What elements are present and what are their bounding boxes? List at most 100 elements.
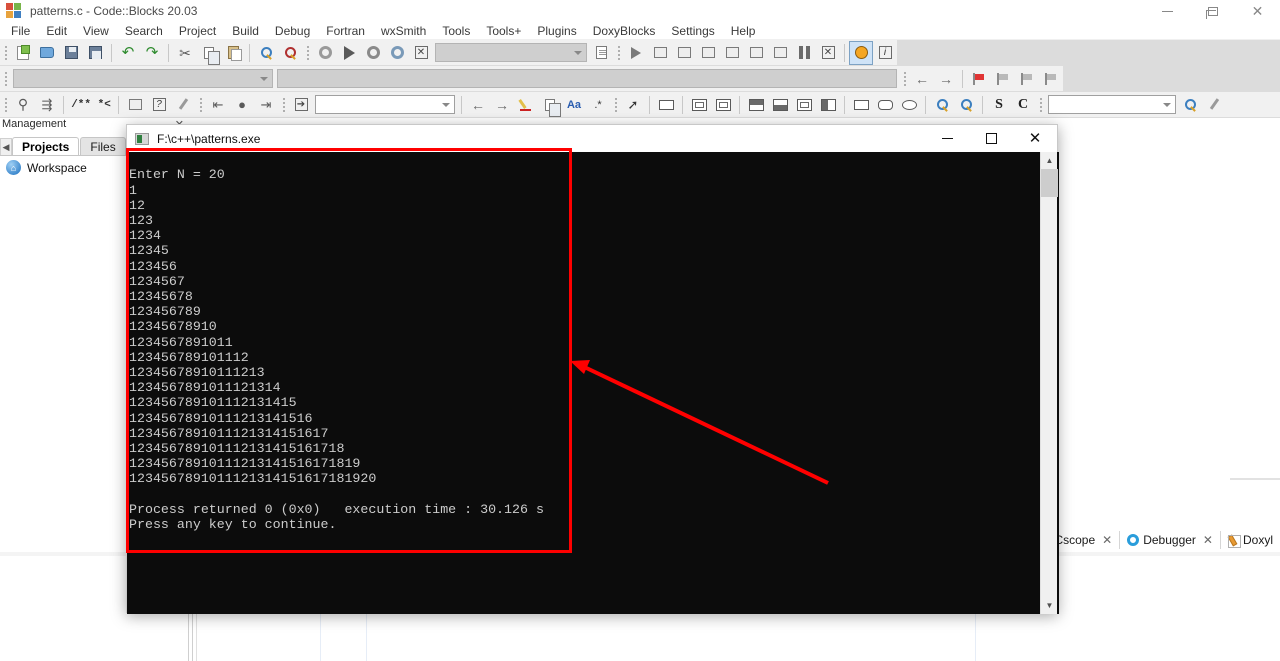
menu-view[interactable]: View	[75, 22, 117, 40]
build-and-run-icon[interactable]	[362, 42, 384, 64]
box-sizer-top-icon[interactable]	[745, 94, 767, 116]
menu-wxsmith[interactable]: wxSmith	[373, 22, 434, 40]
scroll-up-icon[interactable]: ▲	[1041, 152, 1058, 169]
step-into-instruction-icon[interactable]	[769, 42, 791, 64]
ide-close-button[interactable]: ✕	[1235, 0, 1280, 22]
search-next-icon[interactable]: →	[491, 94, 513, 116]
console-scrollbar[interactable]: ▲ ▼	[1040, 152, 1058, 614]
box-sizer-bottom-icon[interactable]	[769, 94, 791, 116]
console-minimize-button[interactable]	[925, 125, 969, 152]
doxygen-run-icon[interactable]: ⇶	[36, 94, 58, 116]
abort-icon[interactable]: ✕	[410, 42, 432, 64]
console-title-bar[interactable]: F:\c++\patterns.exe ✕	[127, 125, 1057, 152]
symbol-search-input[interactable]	[1048, 95, 1176, 114]
nav-back-icon[interactable]: ←	[911, 68, 933, 90]
panel-icon[interactable]	[655, 94, 677, 116]
ide-minimize-button[interactable]	[1145, 0, 1190, 22]
toolbar-gripper[interactable]	[612, 94, 619, 116]
jump-end-icon[interactable]: ⇥	[255, 94, 277, 116]
next-line-icon[interactable]	[673, 42, 695, 64]
code-completion-symbol-combo[interactable]	[277, 69, 897, 88]
flex-grid-sizer-icon[interactable]	[712, 94, 734, 116]
settings-wrench-icon[interactable]	[1203, 94, 1225, 116]
menu-settings[interactable]: Settings	[663, 22, 722, 40]
select-tool-icon[interactable]: ➚	[622, 94, 644, 116]
build-target-combo[interactable]	[435, 43, 587, 62]
menu-search[interactable]: Search	[117, 22, 171, 40]
menu-plugins[interactable]: Plugins	[529, 22, 584, 40]
doxygen-extract-icon[interactable]: ⚲	[12, 94, 34, 116]
doxy-config-icon[interactable]	[172, 94, 194, 116]
stop-debugger-icon[interactable]: ✕	[817, 42, 839, 64]
build-icon[interactable]	[314, 42, 336, 64]
sidebar-tab-projects[interactable]: Projects	[12, 137, 80, 156]
symbols-browser-c-icon[interactable]: C	[1012, 94, 1034, 116]
toolbar-gripper[interactable]	[2, 68, 9, 90]
replace-icon[interactable]	[279, 42, 301, 64]
menu-build[interactable]: Build	[224, 22, 267, 40]
step-out-icon[interactable]	[721, 42, 743, 64]
sidebar-tab-files[interactable]: Files	[80, 137, 126, 156]
code-completion-scope-combo[interactable]	[13, 69, 273, 88]
incremental-search-input[interactable]	[315, 95, 455, 114]
menu-debug[interactable]: Debug	[267, 22, 318, 40]
vertical-sizer-icon[interactable]	[817, 94, 839, 116]
menu-project[interactable]: Project	[171, 22, 224, 40]
rebuild-icon[interactable]	[386, 42, 408, 64]
ellipse-spacer-icon[interactable]	[898, 94, 920, 116]
menu-doxyblocks[interactable]: DoxyBlocks	[585, 22, 664, 40]
nav-forward-icon[interactable]: →	[935, 68, 957, 90]
paste-icon[interactable]	[222, 42, 244, 64]
toolbar-gripper[interactable]	[615, 42, 622, 64]
search-scope-icon[interactable]: ➔	[290, 94, 312, 116]
ide-maximize-button[interactable]	[1190, 0, 1235, 22]
console-output-area[interactable]: Enter N = 20 1 12 123 1234 12345 123456 …	[127, 152, 1059, 614]
various-info-icon[interactable]: i	[874, 42, 896, 64]
doxy-wizard-icon[interactable]	[124, 94, 146, 116]
toolbar-gripper[interactable]	[280, 94, 287, 116]
search-prev-icon[interactable]: ←	[467, 94, 489, 116]
menu-edit[interactable]: Edit	[38, 22, 75, 40]
cut-icon[interactable]: ✂	[174, 42, 196, 64]
run-icon[interactable]	[338, 42, 360, 64]
break-debugger-icon[interactable]	[793, 42, 815, 64]
console-close-button[interactable]: ✕	[1013, 125, 1057, 152]
symbols-browser-s-icon[interactable]: S	[988, 94, 1010, 116]
new-file-icon[interactable]	[12, 42, 34, 64]
previous-bookmark-icon[interactable]	[992, 68, 1014, 90]
match-case-icon[interactable]: Aa	[563, 94, 585, 116]
menu-tools-plus[interactable]: Tools+	[478, 22, 529, 40]
tab-debugger[interactable]: Debugger ✕	[1120, 529, 1220, 551]
undo-icon[interactable]: ↶	[117, 42, 139, 64]
save-icon[interactable]	[60, 42, 82, 64]
search-members-icon[interactable]	[1179, 94, 1201, 116]
redo-icon[interactable]: ↷	[141, 42, 163, 64]
copy-icon[interactable]	[198, 42, 220, 65]
static-box-sizer-icon[interactable]	[793, 94, 815, 116]
step-into-icon[interactable]	[697, 42, 719, 64]
regex-icon[interactable]: .*	[587, 94, 609, 116]
toolbar-gripper[interactable]	[304, 42, 311, 64]
scrollbar-thumb[interactable]	[1041, 169, 1058, 197]
next-bookmark-icon[interactable]	[1016, 68, 1038, 90]
tab-cscope-close-icon[interactable]: ✕	[1102, 533, 1112, 547]
jump-start-icon[interactable]: ⇤	[207, 94, 229, 116]
debugging-windows-icon[interactable]	[849, 40, 873, 65]
fortran-dot-icon[interactable]: ●	[231, 94, 253, 116]
menu-tools[interactable]: Tools	[434, 22, 478, 40]
open-file-icon[interactable]	[36, 42, 58, 64]
scroll-down-icon[interactable]: ▼	[1041, 597, 1058, 614]
grid-sizer-icon[interactable]	[688, 94, 710, 116]
doxy-help-icon[interactable]: ?	[148, 94, 170, 116]
toolbar-gripper[interactable]	[2, 42, 9, 64]
menu-fortran[interactable]: Fortran	[318, 22, 373, 40]
next-instruction-icon[interactable]	[745, 42, 767, 64]
run-to-cursor-icon[interactable]	[649, 42, 671, 64]
console-maximize-button[interactable]	[969, 125, 1013, 152]
stretch-spacer-icon[interactable]	[874, 94, 896, 116]
save-all-icon[interactable]	[84, 42, 106, 64]
zoom-in-icon[interactable]	[931, 94, 953, 116]
menu-help[interactable]: Help	[723, 22, 764, 40]
debug-continue-icon[interactable]	[625, 42, 647, 64]
spacer-icon[interactable]	[850, 94, 872, 116]
